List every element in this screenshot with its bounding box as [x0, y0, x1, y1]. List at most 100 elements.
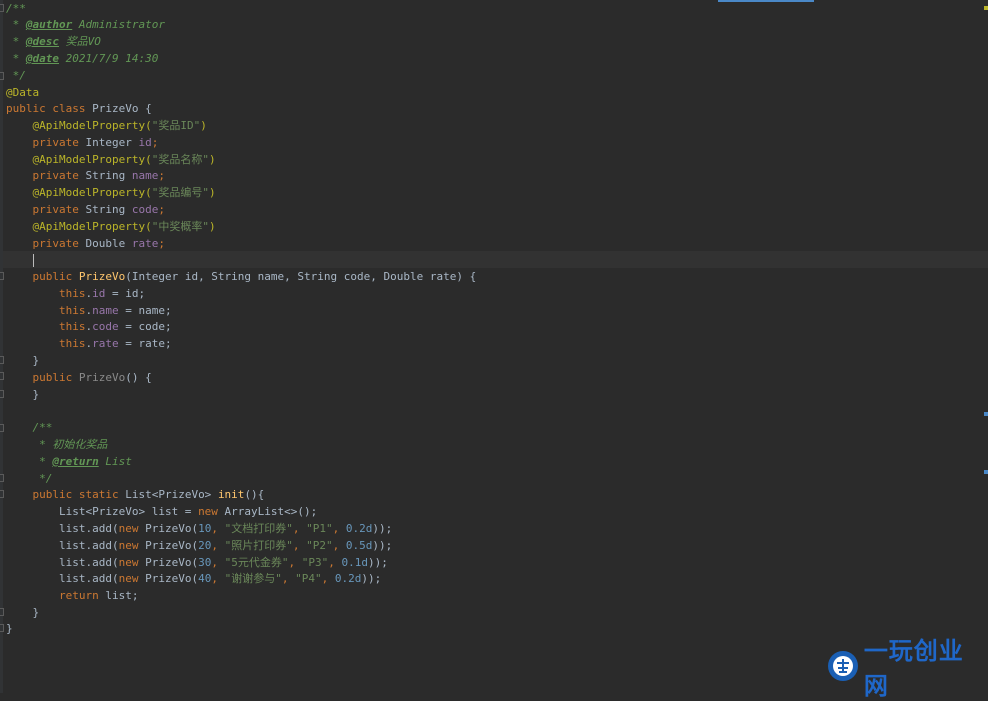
fold-marker[interactable]	[0, 390, 4, 398]
string-literal: "P2"	[306, 539, 333, 552]
code-line: public PrizeVo() {	[6, 369, 152, 386]
keyword: new	[118, 522, 139, 535]
keyword: private	[6, 169, 79, 182]
statement: PrizeVo(	[138, 539, 199, 552]
punct: ,	[211, 539, 225, 552]
comment-text: */	[6, 69, 26, 82]
string-literal: "奖品ID"	[151, 119, 201, 132]
number-literal: 20	[198, 539, 212, 552]
statement: list.add(	[6, 572, 119, 585]
annotation: @ApiModelProperty(	[6, 153, 152, 166]
statement: list.add(	[6, 522, 119, 535]
punct: ;	[158, 237, 165, 250]
punct: ,	[332, 539, 346, 552]
punct: ,	[292, 539, 307, 552]
punct: ));	[372, 522, 393, 535]
punct: ,	[288, 556, 302, 569]
code-line: list.add(new PrizeVo(10, "文档打印券", "P1", …	[6, 520, 392, 537]
keyword: new	[198, 505, 218, 518]
punct: ));	[372, 539, 393, 552]
string-literal: "中奖概率"	[151, 220, 209, 233]
field: name	[131, 169, 159, 182]
code-line: this.name = name;	[6, 302, 172, 319]
editor-gutter	[0, 0, 3, 693]
code-line: list.add(new PrizeVo(40, "谢谢参与", "P4", 0…	[6, 570, 381, 587]
code-line[interactable]	[6, 251, 34, 268]
method-name: init	[217, 488, 245, 501]
number-literal: 10	[198, 522, 212, 535]
field: rate	[131, 237, 159, 250]
type: List<PrizeVo>	[118, 488, 218, 501]
fold-marker[interactable]	[0, 424, 4, 432]
code-line: List<PrizeVo> list = new ArrayList<>();	[6, 503, 317, 520]
punct: ));	[361, 572, 382, 585]
punct: ,	[211, 556, 225, 569]
comment-text: *	[6, 455, 53, 468]
brace: }	[6, 606, 40, 619]
string-literal: "P1"	[306, 522, 333, 535]
field: code	[131, 203, 159, 216]
statement: list;	[98, 589, 139, 602]
comment-text: 2021/7/9 14:30	[59, 52, 159, 65]
punct: ;	[158, 169, 165, 182]
keyword: new	[118, 539, 139, 552]
code-line: * @return List	[6, 453, 132, 470]
code-line: list.add(new PrizeVo(20, "照片打印券", "P2", …	[6, 537, 392, 554]
annotation: )	[208, 186, 216, 199]
code-line: private Integer id;	[6, 134, 158, 151]
fold-marker[interactable]	[0, 4, 4, 12]
comment-text: 奖品VO	[59, 35, 101, 48]
fold-marker[interactable]	[0, 474, 4, 482]
punct: ,	[211, 522, 225, 535]
number-literal: 0.5d	[345, 539, 373, 552]
field: id	[138, 136, 152, 149]
string-literal: "奖品名称"	[151, 153, 209, 166]
keyword: return	[6, 589, 99, 602]
scrollbar-mark[interactable]	[984, 412, 988, 416]
fold-marker[interactable]	[0, 624, 4, 632]
punct: ,	[332, 522, 346, 535]
annotation: )	[200, 119, 207, 132]
watermark: 一玩创业网	[828, 636, 988, 700]
code-line: @ApiModelProperty("奖品编号")	[6, 184, 216, 201]
punct: ));	[367, 556, 388, 569]
comment-text: Administrator	[72, 18, 165, 31]
keyword: private	[6, 237, 79, 250]
code-line: * @date 2021/7/9 14:30	[6, 50, 159, 67]
number-literal: 40	[198, 572, 212, 585]
javadoc-tag: @desc	[25, 35, 59, 48]
comment-text: *	[6, 52, 26, 65]
code-line: }	[6, 604, 39, 621]
keyword: this	[6, 287, 86, 300]
code-editor[interactable]: /** * @author Administrator * @desc 奖品VO…	[0, 0, 988, 693]
statement: list.add(	[6, 539, 119, 552]
fold-marker[interactable]	[0, 272, 4, 280]
number-literal: 30	[198, 556, 212, 569]
params: (Integer id, String name, String code, D…	[125, 270, 477, 283]
code-line: }	[6, 386, 39, 403]
params: () {	[125, 371, 152, 384]
punct: ;	[158, 203, 165, 216]
punct: ,	[321, 572, 335, 585]
code-line: * @author Administrator	[6, 16, 165, 33]
punct: ,	[281, 572, 296, 585]
keyword: this	[6, 320, 86, 333]
fold-marker[interactable]	[0, 356, 4, 364]
scrollbar-mark[interactable]	[984, 470, 988, 474]
code-line: public static List<PrizeVo> init(){	[6, 486, 264, 503]
fold-marker[interactable]	[0, 608, 4, 616]
fold-marker[interactable]	[0, 372, 4, 380]
string-literal: "5元代金券"	[224, 556, 289, 569]
fold-marker[interactable]	[0, 72, 4, 80]
comment-text: /**	[6, 2, 26, 15]
fold-marker[interactable]	[0, 490, 4, 498]
annotation: @ApiModelProperty(	[6, 220, 152, 233]
code-line: private Double rate;	[6, 235, 165, 252]
scrollbar-warning-mark[interactable]	[984, 6, 988, 10]
code-line: this.id = id;	[6, 285, 145, 302]
code-line: }	[6, 620, 13, 637]
string-literal: "P4"	[295, 572, 322, 585]
type: String	[78, 203, 132, 216]
field: rate	[92, 337, 119, 350]
